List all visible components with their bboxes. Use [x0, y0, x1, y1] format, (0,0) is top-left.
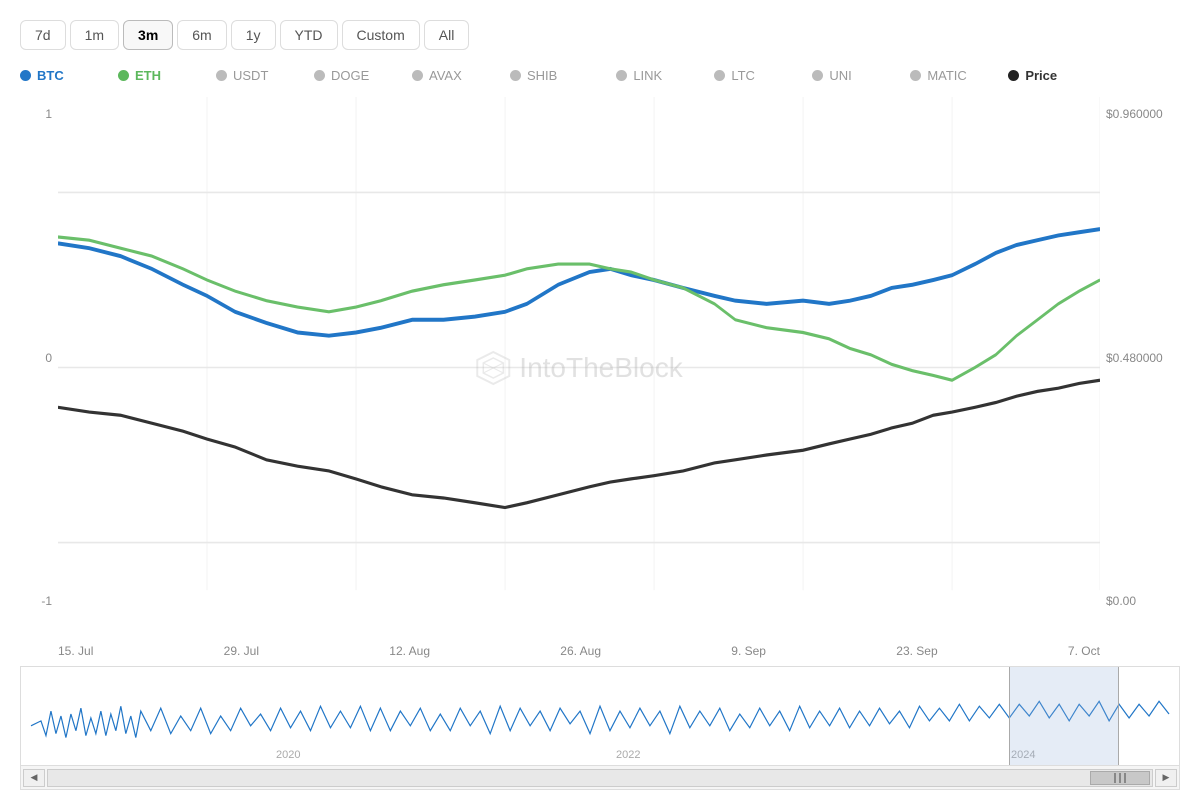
y-label-mid: 0	[20, 351, 58, 365]
ltc-dot	[714, 70, 725, 81]
y-label-right-mid: $0.480000	[1100, 351, 1180, 365]
y-label-right-top: $0.960000	[1100, 107, 1180, 121]
legend-row-2: LINK LTC UNI MATIC Price	[616, 68, 1114, 83]
y-label-top: 1	[20, 107, 58, 121]
btn-ytd[interactable]: YTD	[280, 20, 338, 50]
x-label-6: 7. Oct	[1068, 644, 1100, 658]
overview-svg	[21, 667, 1179, 765]
legend-matic[interactable]: MATIC	[910, 68, 1000, 83]
btn-1y[interactable]: 1y	[231, 20, 276, 50]
main-chart-wrapper: 1 0 -1 IntoTheBlock	[20, 97, 1180, 638]
btn-3m[interactable]: 3m	[123, 20, 173, 50]
ltc-label: LTC	[731, 68, 755, 83]
overview-year-2020: 2020	[276, 749, 300, 761]
main-container: 7d 1m 3m 6m 1y YTD Custom All BTC ETH US…	[0, 0, 1200, 800]
usdt-dot	[216, 70, 227, 81]
chart-svg-container: IntoTheBlock	[58, 97, 1100, 638]
legend-shib[interactable]: SHIB	[510, 68, 600, 83]
btn-custom[interactable]: Custom	[342, 20, 420, 50]
avax-dot	[412, 70, 423, 81]
scroll-right-btn[interactable]: ▶	[1155, 769, 1177, 787]
matic-label: MATIC	[927, 68, 966, 83]
legend-link[interactable]: LINK	[616, 68, 706, 83]
legend-doge[interactable]: DOGE	[314, 68, 404, 83]
scroll-grip-1	[1114, 773, 1116, 783]
legend-price[interactable]: Price	[1008, 68, 1098, 83]
link-label: LINK	[633, 68, 662, 83]
scroll-track[interactable]	[47, 769, 1153, 787]
x-label-0: 15. Jul	[58, 644, 93, 658]
legend-eth[interactable]: ETH	[118, 68, 208, 83]
btn-7d[interactable]: 7d	[20, 20, 66, 50]
legend-avax[interactable]: AVAX	[412, 68, 502, 83]
uni-dot	[812, 70, 823, 81]
x-label-1: 29. Jul	[224, 644, 259, 658]
matic-dot	[910, 70, 921, 81]
btn-all[interactable]: All	[424, 20, 470, 50]
legend-ltc[interactable]: LTC	[714, 68, 804, 83]
legend-uni[interactable]: UNI	[812, 68, 902, 83]
legend: BTC ETH USDT DOGE AVAX SHIB	[20, 68, 1180, 87]
scroll-grip-3	[1124, 773, 1126, 783]
btn-1m[interactable]: 1m	[70, 20, 119, 50]
link-dot	[616, 70, 627, 81]
scrollbar: ◀ ▶	[20, 766, 1180, 790]
x-label-3: 26. Aug	[560, 644, 601, 658]
x-label-5: 23. Sep	[896, 644, 937, 658]
scroll-thumb[interactable]	[1090, 771, 1150, 785]
legend-btc[interactable]: BTC	[20, 68, 110, 83]
shib-label: SHIB	[527, 68, 557, 83]
doge-label: DOGE	[331, 68, 369, 83]
main-chart-svg	[58, 97, 1100, 638]
overview-year-2022: 2022	[616, 749, 640, 761]
y-label-right-bot: $0.00	[1100, 594, 1180, 608]
btc-label: BTC	[37, 68, 64, 83]
y-label-bot: -1	[20, 594, 58, 608]
eth-label: ETH	[135, 68, 161, 83]
x-label-2: 12. Aug	[389, 644, 430, 658]
eth-dot	[118, 70, 129, 81]
x-axis: 15. Jul 29. Jul 12. Aug 26. Aug 9. Sep 2…	[58, 638, 1100, 662]
uni-label: UNI	[829, 68, 851, 83]
scroll-left-btn[interactable]: ◀	[23, 769, 45, 787]
price-dot	[1008, 70, 1019, 81]
overview-selection	[1009, 667, 1119, 765]
shib-dot	[510, 70, 521, 81]
overview-area[interactable]: 2020 2022 2024	[20, 666, 1180, 766]
usdt-label: USDT	[233, 68, 268, 83]
legend-row-1: BTC ETH USDT DOGE AVAX SHIB	[20, 68, 616, 83]
y-axis-left: 1 0 -1	[20, 97, 58, 638]
x-label-4: 9. Sep	[731, 644, 766, 658]
y-axis-right: $0.960000 $0.480000 $0.00	[1100, 97, 1180, 638]
time-range-bar: 7d 1m 3m 6m 1y YTD Custom All	[20, 20, 1180, 50]
chart-area: 1 0 -1 IntoTheBlock	[20, 97, 1180, 790]
avax-label: AVAX	[429, 68, 462, 83]
btc-dot	[20, 70, 31, 81]
doge-dot	[314, 70, 325, 81]
legend-usdt[interactable]: USDT	[216, 68, 306, 83]
btn-6m[interactable]: 6m	[177, 20, 226, 50]
scroll-grip-2	[1119, 773, 1121, 783]
price-label: Price	[1025, 68, 1057, 83]
